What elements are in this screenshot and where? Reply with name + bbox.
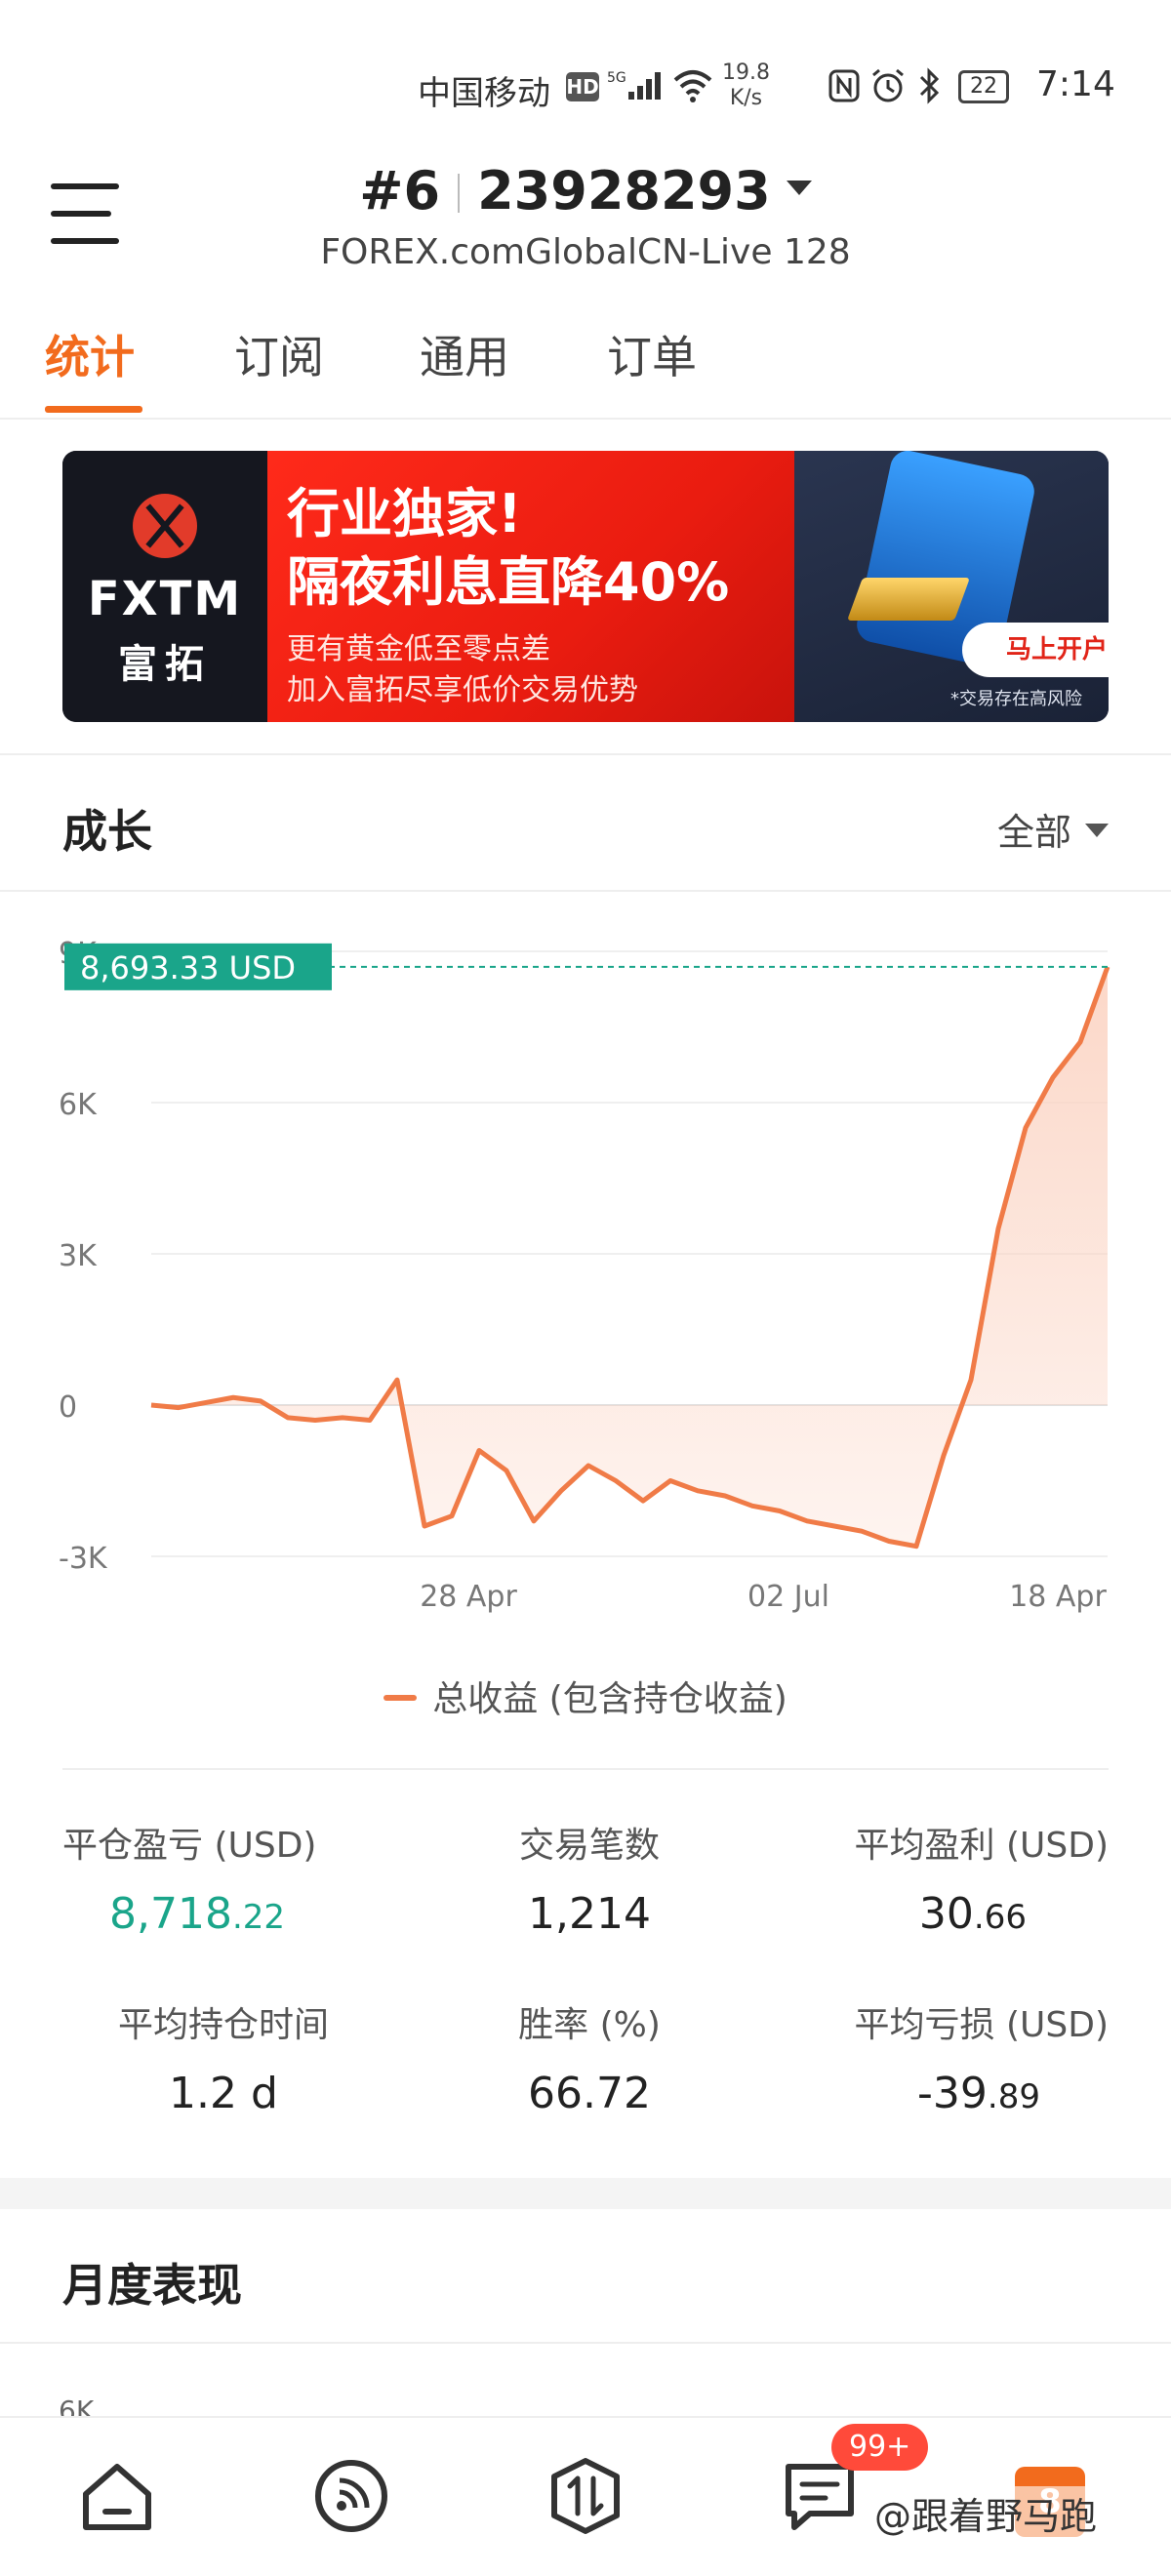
stat-value: 1.2 d: [82, 2069, 365, 2118]
banner-sub-1: 更有黄金低至零点差: [287, 632, 550, 666]
risk-disclaimer: *交易存在高风险: [950, 689, 1082, 709]
nfc-icon: [828, 69, 860, 102]
banner-brand: FXTM 富拓: [62, 451, 267, 722]
account-selector[interactable]: #6 23928293: [0, 160, 1171, 221]
growth-chart: -3K03K6K9K28 Apr02 Jul18 Apr8,693.33 USD: [0, 898, 1171, 1717]
current-value-label: 8,693.33 USD: [80, 949, 296, 986]
banner-copy: 行业独家! 隔夜利息直降40% 更有黄金低至零点差 加入富拓尽享低价交易优势: [267, 451, 794, 722]
stat-label: 交易笔数: [518, 1826, 660, 1866]
svg-text:5G: 5G: [607, 70, 626, 86]
home-icon[interactable]: [78, 2457, 156, 2535]
stat-value: 30.66: [777, 1889, 1027, 1939]
ad-banner[interactable]: FXTM 富拓 行业独家! 隔夜利息直降40% 更有黄金低至零点差 加入富拓尽享…: [62, 451, 1109, 722]
stat-int: 30: [918, 1889, 974, 1939]
brand-en: FXTM: [87, 572, 243, 626]
x-tick-label: 02 Jul: [747, 1580, 829, 1614]
monthly-axis-tick: 6K: [59, 2395, 95, 2416]
watermark: @跟着野马跑: [874, 2486, 1098, 2540]
stat-int: 8,718: [109, 1889, 232, 1939]
signal-icon: 5G: [607, 70, 661, 100]
alarm-icon: [872, 68, 904, 102]
stat-win-rate: 胜率 (%) 66.72: [424, 1996, 755, 2118]
stat-int: -39: [917, 2069, 988, 2118]
divider: [0, 2342, 1171, 2344]
stat-dec: .89: [987, 2077, 1040, 2116]
gold-bar-image: [846, 578, 971, 621]
tab-bar: 统计 订阅 通用 订单: [0, 322, 1171, 420]
wifi-icon: [673, 70, 712, 102]
tab-subscribe[interactable]: 订阅: [234, 322, 324, 386]
account-index: #6: [359, 160, 441, 221]
legend-label: 总收益 (包含持仓收益): [432, 1679, 787, 1719]
battery-icon: 22: [958, 70, 1009, 103]
stat-int: 1,214: [528, 1889, 651, 1939]
series-area: [151, 966, 1108, 1547]
net-speed-value: 19.8: [722, 60, 770, 85]
divider: [62, 1768, 1109, 1770]
caret-down-icon: [786, 181, 812, 195]
trade-icon[interactable]: [546, 2457, 625, 2535]
monthly-title: 月度表现: [62, 2259, 242, 2312]
tab-general[interactable]: 通用: [420, 322, 509, 386]
x-tick-label: 28 Apr: [420, 1580, 517, 1614]
bluetooth-icon: [919, 67, 940, 104]
stat-value: -39.89: [777, 2069, 1040, 2118]
banner-headline-1: 行业独家!: [287, 483, 522, 544]
banner-art: [794, 451, 1109, 722]
section-gap: [0, 2178, 1171, 2209]
stat-dec: .22: [231, 1898, 286, 1937]
y-tick-label: 0: [59, 1390, 77, 1425]
open-account-button[interactable]: 马上开户: [962, 623, 1109, 677]
account-number: 23928293: [477, 160, 771, 221]
status-bar: 中国移动 HD 5G 19.8 K/s 22 7:14: [0, 0, 1171, 156]
y-tick-label: 3K: [59, 1239, 98, 1273]
stat-avg-profit: 平均盈利 (USD) 30.66: [777, 1817, 1109, 1939]
growth-chart-svg: -3K03K6K9K28 Apr02 Jul18 Apr8,693.33 USD: [59, 937, 1110, 1614]
stat-label: 胜率 (%): [518, 2005, 661, 2045]
stat-label: 平均持仓时间: [117, 2005, 329, 2045]
caret-down-icon: [1085, 824, 1109, 837]
chart-legend: 总收益 (包含持仓收益): [0, 1670, 1171, 1721]
growth-title: 成长: [62, 805, 152, 858]
stat-trade-count: 交易笔数 1,214: [424, 1817, 755, 1939]
tab-orders[interactable]: 订单: [607, 322, 697, 386]
stat-label: 平仓盈亏 (USD): [62, 1826, 317, 1866]
x-tick-label: 18 Apr: [1009, 1580, 1107, 1614]
stat-avg-hold-time: 平均持仓时间 1.2 d: [82, 1996, 365, 2118]
banner-sub-2: 加入富拓尽享低价交易优势: [287, 673, 638, 707]
hd-icon: HD: [566, 72, 599, 101]
divider: [0, 753, 1171, 755]
clock: 7:14: [1036, 64, 1115, 104]
message-badge: 99+: [831, 2424, 929, 2471]
divider: [0, 890, 1171, 892]
range-filter[interactable]: 全部: [997, 802, 1109, 856]
stat-value: 8,718.22: [109, 1889, 394, 1939]
separator: [458, 174, 461, 213]
banner-headline-2: 隔夜利息直降40%: [287, 551, 730, 613]
stat-avg-loss: 平均亏损 (USD) -39.89: [777, 1996, 1109, 2118]
range-filter-label: 全部: [996, 811, 1071, 854]
stat-label: 平均盈利 (USD): [854, 1826, 1109, 1866]
stat-value: 1,214: [424, 1889, 755, 1939]
stat-value: 66.72: [424, 2069, 755, 2118]
y-tick-label: 6K: [59, 1088, 98, 1122]
server-name: FOREX.comGlobalCN-Live 128: [320, 232, 851, 272]
y-tick-label: -3K: [59, 1542, 108, 1576]
fxtm-logo-icon: [133, 494, 197, 558]
feed-icon[interactable]: [312, 2457, 390, 2535]
stat-dec: .66: [973, 1898, 1027, 1937]
stat-int: 66.72: [528, 2069, 651, 2118]
legend-swatch: [384, 1695, 418, 1701]
stat-label: 平均亏损 (USD): [854, 2005, 1109, 2045]
stat-int: 1.2 d: [169, 2069, 278, 2118]
net-speed-unit: K/s: [729, 86, 763, 110]
stat-closed-pnl: 平仓盈亏 (USD) 8,718.22: [62, 1817, 394, 1939]
tab-active-indicator: [45, 406, 142, 413]
brand-cn: 富拓: [118, 642, 212, 687]
carrier-name: 中国移动: [418, 74, 550, 113]
tab-statistics[interactable]: 统计: [45, 322, 135, 386]
net-speed: 19.8 K/s: [722, 60, 770, 111]
